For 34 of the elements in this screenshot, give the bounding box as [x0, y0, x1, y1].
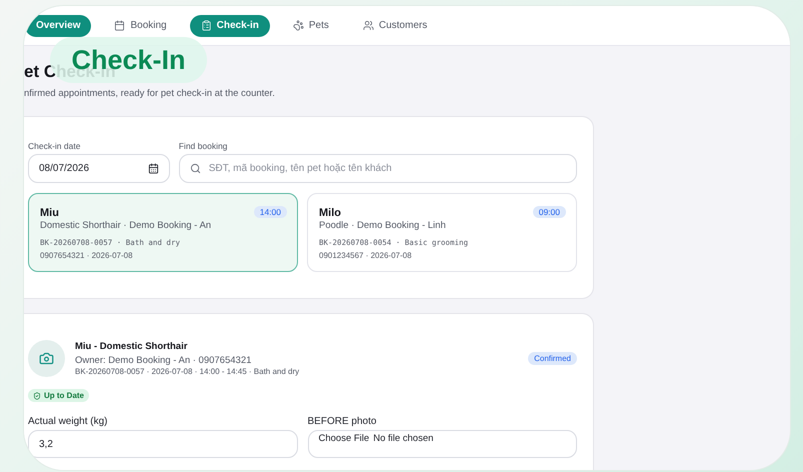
camera-icon: [39, 351, 54, 366]
date-field[interactable]: 08/07/2026: [28, 154, 170, 183]
nav-tab[interactable]: Booking: [103, 14, 178, 36]
field-label: BEFORE photo: [308, 416, 378, 427]
booking-contact: 0907654321 · 2026-07-08: [40, 251, 134, 260]
nav-tab[interactable]: Customers: [352, 14, 438, 36]
shield-icon: [33, 392, 41, 400]
booking-contact: 0901234567 · 2026-07-08: [319, 251, 413, 260]
users-icon: [362, 20, 374, 31]
nav-tab[interactable]: Overview: [25, 14, 92, 36]
field-label: Check-in date: [28, 141, 82, 151]
booking-detail: Poodle · Demo Booking - Linh: [319, 220, 447, 231]
owner-info: Owner: Demo Booking - An · 0907654321: [75, 355, 252, 366]
paw-icon: [292, 20, 304, 31]
clipboard-icon: [200, 20, 212, 31]
calendar-icon: [114, 20, 126, 31]
booking-reference: BK-20260708-0057 · 2026-07-08 · 14:00 - 14:45 · Bath and dry: [75, 367, 300, 376]
pet-name: Miu: [40, 207, 59, 219]
field-label: Actual weight (kg): [28, 416, 108, 427]
pet-title: Miu - Domestic Shorthair: [75, 341, 188, 352]
page-subtitle: nfirmed appointments, ready for pet check-in at the counter.: [24, 88, 276, 99]
file-field[interactable]: Choose File No file chosen: [308, 430, 577, 458]
pet-name: Milo: [319, 207, 341, 219]
nav-tab[interactable]: Pets: [282, 14, 340, 36]
calendar-icon: [148, 163, 159, 174]
time-badge: 09:00: [532, 206, 566, 218]
nav-tab[interactable]: Check-in: [190, 14, 270, 36]
booking-detail: Domestic Shorthair · Demo Booking - An: [40, 220, 212, 231]
field-label: Find booking: [178, 141, 228, 151]
status-badge: Confirmed: [528, 352, 577, 365]
weight-field[interactable]: 3,2: [28, 430, 298, 458]
vaccine-status: Up to Date: [44, 391, 84, 400]
time-badge: 14:00: [254, 206, 287, 218]
search-icon: [190, 163, 201, 174]
